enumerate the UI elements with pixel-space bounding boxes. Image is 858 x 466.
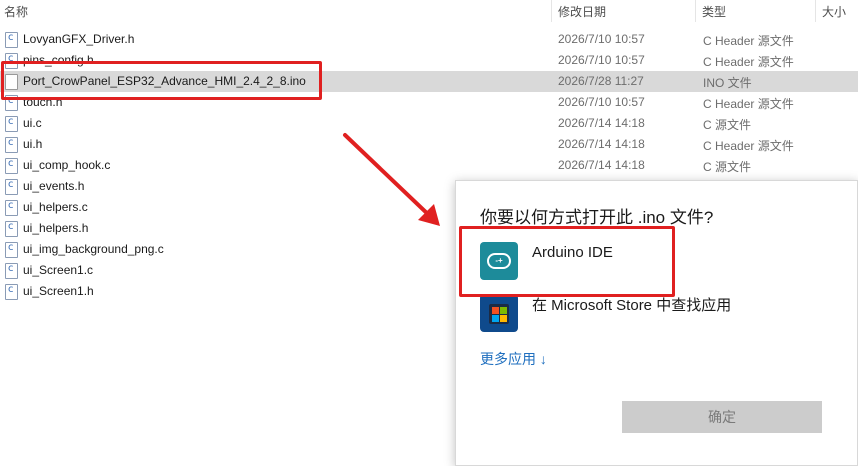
arrow-down-icon: ↓: [539, 351, 547, 367]
column-divider[interactable]: [815, 0, 816, 22]
app-option-store-label[interactable]: 在 Microsoft Store 中查找应用: [532, 294, 731, 315]
c-file-icon: [5, 263, 18, 279]
file-name: ui_helpers.h: [23, 221, 89, 235]
file-type: C Header 源文件: [703, 55, 794, 69]
file-date: 2026/7/28 11:27: [558, 74, 644, 88]
dialog-title: 你要以何方式打开此 .ino 文件?: [480, 208, 714, 227]
c-file-icon: [5, 32, 18, 48]
file-name: ui_comp_hook.c: [23, 158, 111, 172]
file-date: 2026/7/14 14:18: [558, 158, 645, 172]
file-type: INO 文件: [703, 76, 752, 90]
file-type: C Header 源文件: [703, 139, 794, 153]
c-file-icon: [5, 242, 18, 258]
file-date: 2026/7/10 10:57: [558, 53, 645, 67]
pointer-arrow-icon: [343, 133, 440, 226]
column-type[interactable]: 类型: [702, 3, 726, 20]
file-type: C Header 源文件: [703, 34, 794, 48]
c-file-icon: [5, 116, 18, 132]
file-date: 2026/7/14 14:18: [558, 137, 645, 151]
file-name: ui_events.h: [23, 179, 85, 193]
file-type: C 源文件: [703, 118, 752, 132]
more-apps-link[interactable]: 更多应用 ↓: [480, 349, 547, 369]
file-type: C Header 源文件: [703, 97, 794, 111]
column-header: 名称 修改日期 类型 大小: [0, 0, 858, 22]
column-size[interactable]: 大小: [822, 3, 846, 20]
column-divider[interactable]: [695, 0, 696, 22]
file-date: 2026/7/14 14:18: [558, 116, 645, 130]
c-file-icon: [5, 158, 18, 174]
column-date[interactable]: 修改日期: [558, 3, 606, 20]
file-name: ui.h: [23, 137, 43, 151]
c-file-icon: [5, 200, 18, 216]
file-date: 2026/7/10 10:57: [558, 32, 645, 46]
c-file-icon: [5, 221, 18, 237]
c-file-icon: [5, 137, 18, 153]
c-file-icon: [5, 284, 18, 300]
ok-button[interactable]: 确定: [622, 401, 822, 433]
file-name: ui_Screen1.c: [23, 263, 94, 277]
c-file-icon: [5, 179, 18, 195]
highlight-box-file: [1, 61, 322, 100]
more-apps-label: 更多应用: [480, 351, 536, 367]
column-divider[interactable]: [551, 0, 552, 22]
file-row[interactable]: LovyanGFX_Driver.h 2026/7/10 10:57 C Heade…: [0, 29, 858, 50]
microsoft-store-icon[interactable]: [480, 294, 518, 332]
file-name: ui_Screen1.h: [23, 284, 94, 298]
file-type: C 源文件: [703, 160, 752, 174]
file-name: ui_img_background_png.c: [23, 242, 164, 256]
file-date: 2026/7/10 10:57: [558, 95, 645, 109]
file-name: ui.c: [23, 116, 42, 130]
highlight-box-app: [459, 226, 675, 297]
file-name: ui_helpers.c: [23, 200, 88, 214]
file-name: LovyanGFX_Driver.h: [23, 32, 135, 46]
column-name[interactable]: 名称: [4, 3, 28, 20]
